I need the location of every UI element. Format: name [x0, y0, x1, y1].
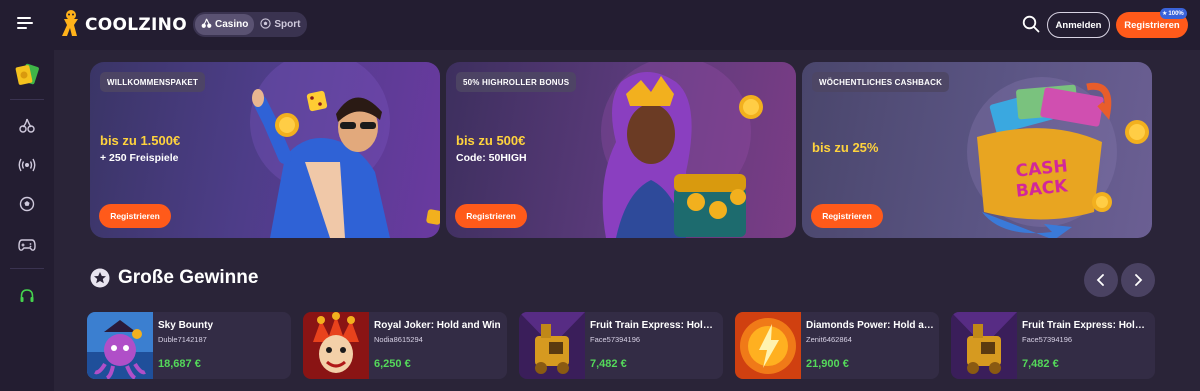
- promo-register-button[interactable]: Registrieren: [811, 204, 883, 228]
- login-button[interactable]: Anmelden: [1047, 12, 1110, 38]
- promo-subtitle: + 250 Freispiele: [100, 152, 179, 164]
- promo-register-button[interactable]: Registrieren: [455, 204, 527, 228]
- chevron-left-icon: [1096, 274, 1104, 286]
- tab-sport-label: Sport: [274, 19, 301, 30]
- money-cards-icon: [15, 63, 39, 85]
- sidebar-item-cashback-promo[interactable]: [0, 57, 54, 91]
- promo-register-button[interactable]: Registrieren: [99, 204, 171, 228]
- promo-amount: bis zu 500€: [456, 133, 526, 148]
- game-name: Fruit Train Express: Hold and Win: [1022, 320, 1150, 331]
- wins-next-button[interactable]: [1121, 263, 1155, 297]
- big-wins-title: Große Gewinne: [118, 267, 259, 288]
- promo-subtitle: Code: 50HIGH: [456, 152, 527, 164]
- promo-card-cashback[interactable]: CASH BACK WÖCHENTLICHES CASHBACK bis zu …: [802, 62, 1152, 238]
- big-win-card[interactable]: Royal Joker: Hold and Win Nodia8615294 6…: [303, 312, 507, 379]
- promo-amount: bis zu 1.500€: [100, 133, 181, 148]
- search-icon[interactable]: [1022, 15, 1040, 33]
- win-amount: 6,250 €: [374, 358, 411, 370]
- casino-sport-switch: Casino Sport: [193, 12, 307, 37]
- promo-tag: WILLKOMMENSPAKET: [100, 72, 206, 92]
- big-win-card[interactable]: Fruit Train Express: Hold and Win Face57…: [951, 312, 1155, 379]
- win-amount: 7,482 €: [1022, 358, 1059, 370]
- sidebar: [0, 50, 54, 391]
- promo-tag: WÖCHENTLICHES CASHBACK: [812, 72, 950, 92]
- win-amount: 21,900 €: [806, 358, 849, 370]
- winner-username: Duble7142187: [158, 335, 207, 344]
- register-bonus-badge-label: 100%: [1168, 10, 1184, 17]
- game-name: Royal Joker: Hold and Win: [374, 320, 501, 331]
- gamepad-icon: [18, 239, 36, 251]
- winner-username: Nodia8615294: [374, 335, 423, 344]
- promo-card-welcome[interactable]: WILLKOMMENSPAKET bis zu 1.500€ + 250 Fre…: [90, 62, 440, 238]
- chevron-right-icon: [1135, 274, 1143, 286]
- badge-star-icon: ★: [1162, 11, 1168, 17]
- sidebar-item-casino[interactable]: [0, 109, 54, 143]
- game-name: Fruit Train Express: Hold and Win: [590, 320, 718, 331]
- star-badge-icon: [90, 268, 110, 288]
- sidebar-item-games[interactable]: [0, 228, 54, 262]
- headset-icon: [20, 289, 34, 302]
- big-wins-header: Große Gewinne: [90, 267, 258, 289]
- winner-username: Face57394196: [590, 335, 641, 344]
- game-thumbnail-fruit-train-express: [951, 312, 1017, 379]
- sidebar-item-support[interactable]: [0, 279, 54, 313]
- winner-username: Face57394196: [1022, 335, 1073, 344]
- logo-text: COOLZINO: [85, 14, 187, 35]
- broadcast-icon: [18, 158, 36, 172]
- sidebar-item-live[interactable]: [0, 148, 54, 182]
- logo[interactable]: COOLZINO: [60, 9, 187, 37]
- game-thumbnail-sky-bounty: [87, 312, 153, 379]
- game-thumbnail-royal-joker: [303, 312, 369, 379]
- register-bonus-badge: ★ 100%: [1160, 8, 1187, 19]
- sidebar-divider: [10, 268, 44, 269]
- big-win-card[interactable]: Diamonds Power: Hold and Win Zenit646286…: [735, 312, 939, 379]
- top-header: COOLZINO Casino Sport Anmelden Registrie…: [0, 0, 1200, 50]
- winner-username: Zenit6462864: [806, 335, 852, 344]
- menu-icon[interactable]: [17, 17, 33, 31]
- sidebar-divider: [10, 99, 44, 100]
- game-name: Sky Bounty: [158, 320, 214, 331]
- promo-amount: bis zu 25%: [812, 140, 879, 155]
- promo-tag: 50% HIGHROLLER BONUS: [456, 72, 577, 92]
- win-amount: 7,482 €: [590, 358, 627, 370]
- cherry-icon: [19, 118, 35, 133]
- cherry-icon: [201, 18, 212, 32]
- promo-card-highroller[interactable]: 50% HIGHROLLER BONUS bis zu 500€ Code: 5…: [446, 62, 796, 238]
- sidebar-item-sport[interactable]: [0, 187, 54, 221]
- game-name: Diamonds Power: Hold and Win: [806, 320, 934, 331]
- big-win-card[interactable]: Fruit Train Express: Hold and Win Face57…: [519, 312, 723, 379]
- tab-casino-label: Casino: [215, 19, 249, 30]
- tab-sport[interactable]: Sport: [254, 14, 306, 35]
- wins-prev-button[interactable]: [1084, 263, 1118, 297]
- tab-casino[interactable]: Casino: [195, 14, 255, 35]
- big-win-card[interactable]: Sky Bounty Duble7142187 18,687 €: [87, 312, 291, 379]
- logo-mark-icon: [62, 10, 78, 36]
- soccer-ball-icon: [260, 17, 271, 32]
- soccer-ball-icon: [19, 196, 35, 212]
- game-thumbnail-diamonds-power: [735, 312, 801, 379]
- game-thumbnail-fruit-train-express: [519, 312, 585, 379]
- win-amount: 18,687 €: [158, 358, 201, 370]
